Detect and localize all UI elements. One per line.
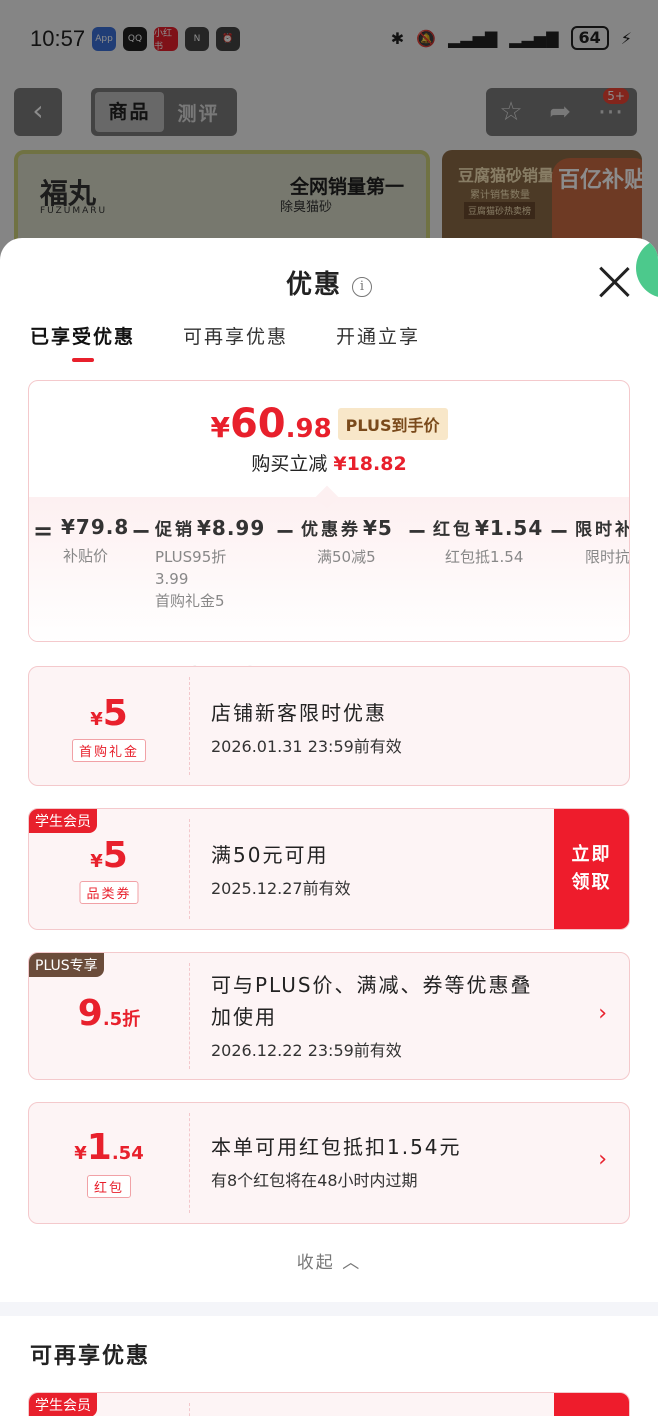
close-button[interactable]: [594, 262, 634, 302]
more-discounts-heading: 可再享优惠: [30, 1344, 151, 1369]
coupon-divider: [189, 963, 190, 1069]
coupon-divider: [189, 1113, 190, 1213]
price-summary-card: ¥60.98 PLUS到手价 购买立减 ¥18.82 = ¥79.8 补贴价 − 促…: [28, 380, 630, 642]
discount-tabs: 已享受优惠 可再享优惠 开通立享: [30, 322, 420, 362]
coupon-divider: [189, 819, 190, 919]
coupon-validity: 2025.12.27前有效: [211, 879, 351, 898]
tab-more-discounts[interactable]: 可再享优惠: [183, 322, 288, 349]
tab-enjoyed-discounts[interactable]: 已享受优惠: [30, 322, 135, 362]
final-price-area: ¥60.98 PLUS到手价 购买立减 ¥18.82: [29, 381, 629, 497]
coupon-card[interactable]: ¥5 首购礼金 店铺新客限时优惠 2026.01.31 23:59前有效: [28, 666, 630, 786]
coupon-type-label: 品类券: [79, 881, 139, 904]
plus-price-tag: PLUS到手价: [337, 408, 448, 440]
student-member-badge: 学生会员: [29, 1393, 97, 1416]
collapse-button[interactable]: 收起 ︿: [0, 1248, 658, 1273]
final-price: ¥60.98: [210, 401, 332, 447]
discount-sheet: 优惠 i 已享受优惠 可再享优惠 开通立享 ¥60.98 PLUS到手价 购买立减 ¥…: [0, 238, 658, 1416]
formula-operator: −: [131, 517, 152, 545]
claim-coupon-button[interactable]: [554, 1393, 629, 1416]
coupon-divider: [189, 677, 190, 775]
coupon-type-label: 红包: [86, 1175, 132, 1198]
coupon-card[interactable]: ¥1.54 红包 本单可用红包抵扣1.54元 有8个红包将在48小时内过期 ›: [28, 1102, 630, 1224]
chevron-up-icon: ︿: [342, 1253, 362, 1273]
sheet-title: 优惠 i: [0, 264, 658, 301]
coupon-card[interactable]: 学生会员 ¥5 品类券 满50元可用 2025.12.27前有效 立即领取: [28, 808, 630, 930]
coupon-title: 满50元可用: [211, 843, 329, 867]
background-page: 10:57 App QQ 小红书 N ⏰ ✱ 🔕 ▂▃▅▇ ▂▃▅▇ 64 ⚡ …: [0, 0, 658, 260]
reduction-amount: ¥18.82: [333, 453, 407, 475]
formula-operator: −: [407, 517, 428, 545]
coupon-value: 9.5折: [77, 993, 141, 1034]
chevron-right-icon[interactable]: ›: [598, 1001, 607, 1026]
formula-item-coupon: 优惠券 ¥5 满50减5: [301, 516, 393, 566]
formula-item-promotion: 促销 ¥8.99 PLUS95折 3.99 首购礼金5: [155, 516, 266, 610]
coupon-value: ¥1.54 红包: [74, 1127, 144, 1198]
coupon-divider: [189, 1403, 190, 1416]
modal-backdrop[interactable]: [0, 0, 658, 260]
reduction-label: 购买立减: [251, 453, 328, 475]
coupon-title: 可与PLUS价、满减、券等优惠叠 加使用: [211, 973, 533, 1029]
coupon-type-label: 首购礼金: [71, 739, 147, 762]
coupon-card[interactable]: PLUS专享 9.5折 可与PLUS价、满减、券等优惠叠 加使用 2026.12.…: [28, 952, 630, 1080]
coupon-title: 店铺新客限时优惠: [211, 701, 387, 725]
chevron-right-icon[interactable]: ›: [598, 1147, 607, 1172]
coupon-validity: 2026.12.22 23:59前有效: [211, 1041, 402, 1060]
formula-item-red-packet: 红包 ¥1.54 红包抵1.54: [433, 516, 544, 566]
info-icon[interactable]: i: [352, 277, 372, 297]
section-separator: [0, 1302, 658, 1316]
claim-coupon-button[interactable]: 立即领取: [554, 809, 629, 929]
tab-open-to-enjoy[interactable]: 开通立享: [336, 322, 420, 349]
coupon-validity: 有8个红包将在48小时内过期: [211, 1171, 418, 1190]
coupon-value: ¥5 品类券: [29, 809, 189, 929]
formula-operator: −: [549, 517, 570, 545]
coupon-value: ¥5 首购礼金: [29, 667, 189, 785]
formula-operator: =: [33, 517, 54, 545]
formula-operator: −: [275, 517, 296, 545]
instant-reduction: 购买立减 ¥18.82: [29, 449, 629, 476]
formula-item-limited: 限时补 限时抗: [575, 520, 630, 566]
coupon-card[interactable]: 学生会员: [28, 1392, 630, 1416]
coupon-title: 本单可用红包抵扣1.54元: [211, 1135, 462, 1159]
coupon-validity: 2026.01.31 23:59前有效: [211, 737, 402, 756]
sheet-title-text: 优惠: [285, 270, 342, 300]
